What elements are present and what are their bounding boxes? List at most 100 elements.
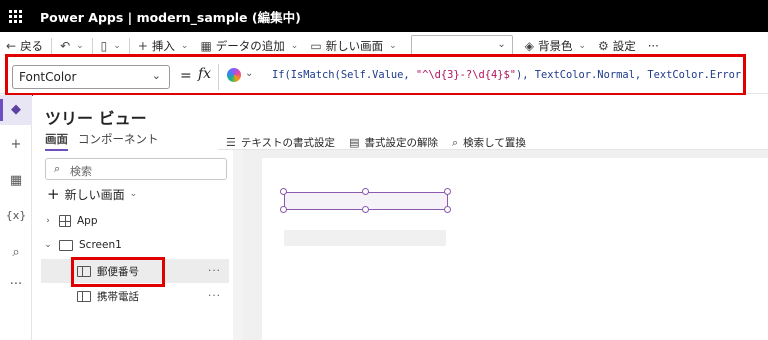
table-icon[interactable]: ▦ [0,173,32,188]
tree-node-label: 携帯電話 [97,290,139,303]
new-screen-button[interactable]: ▭ 新しい画面 ⌄ [304,32,402,60]
settings-button[interactable]: ⚙ 設定 [592,32,642,60]
copilot-icon[interactable] [227,68,241,82]
text-format-button[interactable]: ☰ テキストの書式設定 [226,135,335,150]
resize-handle[interactable] [280,188,287,195]
equals-sign: = [180,68,192,84]
title-bar: Power Apps | modern_sample (編集中) [0,0,768,32]
tree-tabs: 画面 コンポーネント [45,131,159,151]
app-title: Power Apps | modern_sample (編集中) [40,9,301,25]
chevron-right-icon[interactable]: › [41,216,55,226]
divider [218,64,219,90]
chevron-down-icon: ⌄ [180,41,189,51]
theme-dropdown[interactable]: ⌄ [410,35,513,57]
more-icon[interactable]: ··· [208,265,221,277]
more-icon: ··· [647,39,659,53]
search-icon: ⌕ [54,162,61,175]
resize-handle[interactable] [444,206,451,213]
tree-node-label: 郵便番号 [97,265,139,278]
fx-icon[interactable]: fx [198,66,211,82]
tree-node-label: Screen1 [79,239,122,251]
more-button[interactable]: ··· [642,32,665,60]
clear-format-button[interactable]: ▤ 書式設定の解除 [349,135,438,150]
chevron-down-icon[interactable]: ⌄ [41,240,55,250]
table-icon: ▦ [200,39,212,53]
background-color-button[interactable]: ◈ 背景色 ⌄ [519,32,592,60]
chevron-down-icon: ⌄ [497,39,506,50]
divider [91,38,93,54]
text-format-icon: ☰ [226,136,236,149]
new-screen-label: 新しい画面 [325,39,384,53]
screen-icon [59,239,73,251]
tree-view-title: ツリー ビュー [45,109,147,128]
add-data-label: データの追加 [215,39,285,53]
variable-icon[interactable]: {x} [0,209,32,222]
plus-icon: + [137,39,148,53]
resize-handle[interactable] [444,188,451,195]
find-replace-button[interactable]: ⌕ 検索して置換 [452,135,526,150]
formula-part: If(IsMatch(Self.Value, [272,69,416,81]
text-input-icon [77,265,91,277]
tree-search-input[interactable]: ⌕ 検索 [45,158,227,180]
plus-icon: + [47,185,60,203]
divider [51,38,53,54]
plus-icon[interactable]: + [0,137,32,152]
formula-input[interactable]: If(IsMatch(Self.Value, "^\d{3}-?\d{4}$")… [272,69,747,81]
formula-part: ), TextColor.Normal, TextColor.Error) [515,69,748,81]
search-icon: ⌕ [451,135,459,149]
back-label: 戻る [20,39,44,53]
waffle-icon[interactable] [0,0,30,32]
tree-node-postal-code[interactable]: 郵便番号 ··· [41,259,229,283]
back-button[interactable]: ← 戻る [0,32,49,60]
chevron-down-icon: ⌄ [76,41,84,51]
chevron-down-icon[interactable]: ⌄ [245,68,253,79]
back-arrow-icon: ← [6,39,17,53]
insert-label: 挿入 [151,39,175,53]
tree-node-screen1[interactable]: ⌄ Screen1 [41,233,229,257]
clear-format-icon: ▤ [349,136,360,149]
paste-button[interactable]: ▯ ⌄ [95,32,127,60]
chevron-down-icon: ⌄ [389,41,397,51]
add-data-button[interactable]: ▦ データの追加 ⌄ [194,32,304,60]
tab-screens[interactable]: 画面 [45,131,68,151]
formula-regex: "^\d{3}-?\d{4}$" [415,69,516,81]
tree-node-app[interactable]: › App [41,209,229,233]
layers-icon[interactable]: ◆ [0,95,32,125]
formula-bar: FontColor ⌄ = fx ⌄ If(IsMatch(Self.Value… [0,60,768,94]
chevron-down-icon: ⌄ [129,189,138,199]
resize-handle[interactable] [362,206,369,213]
search-placeholder: 検索 [70,165,92,178]
property-value: FontColor [19,70,77,84]
property-dropdown[interactable]: FontColor ⌄ [12,65,170,89]
chevron-down-icon: ⌄ [151,69,161,82]
chevron-down-icon: ⌄ [113,41,121,51]
app-icon [59,215,71,227]
new-screen-label: 新しい画面 [64,187,125,202]
more-icon[interactable]: ··· [0,277,32,292]
text-input-control[interactable] [284,230,446,246]
tree-node-mobile-phone[interactable]: 携帯電話 ··· [41,284,229,308]
screen1-canvas[interactable] [262,158,768,340]
more-icon[interactable]: ··· [208,290,221,302]
tree-view-panel: ツリー ビュー › 画面 コンポーネント ⌕ 検索 + 新しい画面 ⌄ › Ap… [33,95,233,340]
paste-icon: ▯ [100,39,108,53]
background-label: 背景色 [537,39,573,53]
resize-handle[interactable] [362,188,369,195]
insert-button[interactable]: + 挿入 ⌄ [132,32,195,60]
gear-icon: ⚙ [598,39,609,53]
undo-button[interactable]: ↶ ⌄ [54,32,90,60]
chevron-down-icon: ⌄ [578,41,586,51]
clear-format-label: 書式設定の解除 [364,137,438,149]
left-rail: ◆ + ▦ {x} ⌕ ··· [0,95,32,340]
resize-handle[interactable] [280,206,287,213]
chevron-down-icon: ⌄ [290,41,299,51]
undo-icon: ↶ [60,39,71,53]
find-replace-label: 検索して置換 [463,137,526,149]
screen-icon: ▭ [310,39,322,53]
new-screen-button[interactable]: + 新しい画面 ⌄ [47,185,137,203]
search-icon[interactable]: ⌕ [0,245,32,260]
paint-icon: ◈ [524,39,534,53]
text-format-label: テキストの書式設定 [240,137,336,149]
tab-components[interactable]: コンポーネント [78,131,159,151]
command-bar: ← 戻る ↶ ⌄ ▯ ⌄ + 挿入 ⌄ ▦ データの追加 ⌄ ▭ 新しい画面 ⌄… [0,32,768,60]
